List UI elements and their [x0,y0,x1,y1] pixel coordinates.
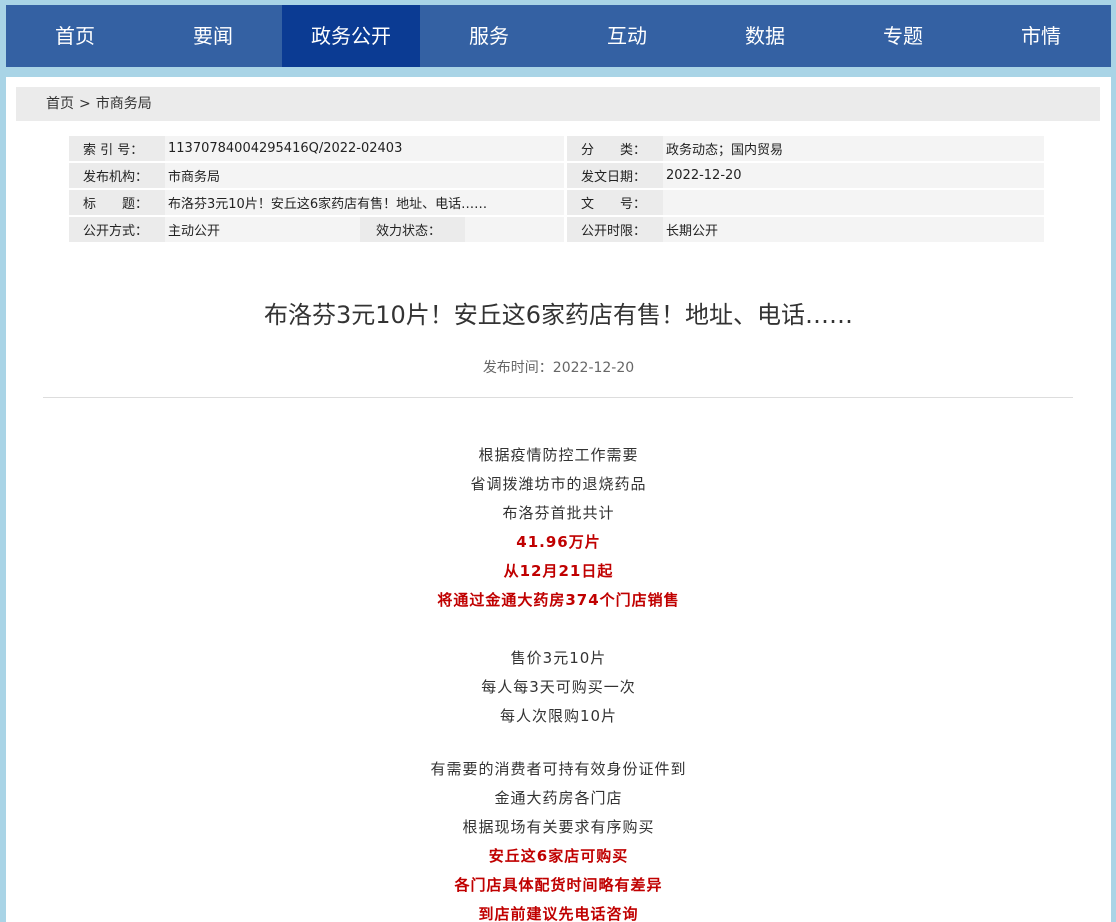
paragraph-spacer [6,731,1111,755]
info-row: 公开方式： 主动公开 效力状态： 公开时限： 长期公开 [69,217,1044,242]
nav-item-6[interactable]: 专题 [834,5,972,67]
paragraph-line: 布洛芬首批共计 [502,504,615,522]
period-value: 长期公开 [663,217,1044,242]
nav-item-1[interactable]: 要闻 [144,5,282,67]
breadcrumb-separator: > [79,96,91,112]
nav-item-5[interactable]: 数据 [696,5,834,67]
publisher-label: 发布机构： [69,163,165,188]
info-row: 标 题： 布洛芬3元10片！安丘这6家药店有售！地址、电话…… 文 号： [69,190,1044,215]
paragraph-line: 金通大药房各门店 [494,789,623,807]
date-label: 发文日期： [567,163,663,188]
nav-item-7[interactable]: 市情 [972,5,1110,67]
paragraph-line: 根据疫情防控工作需要 [478,446,639,464]
nav-item-4[interactable]: 互动 [558,5,696,67]
title-value: 布洛芬3元10片！安丘这6家药店有售！地址、电话…… [165,190,564,215]
paragraph-line: 到店前建议先电话咨询 [478,905,639,922]
paragraph-line: 有需要的消费者可持有效身份证件到 [430,760,687,778]
paragraph-line: 41.96万片 [516,533,601,551]
paragraph-line: 安丘这6家店可购买 [488,847,629,865]
paragraph-line: 各门店具体配货时间略有差异 [454,876,663,894]
paragraph-line: 将通过金通大药房374个门店销售 [437,591,680,609]
nav-item-2[interactable]: 政务公开 [282,5,420,67]
breadcrumb-home-link[interactable]: 首页 [46,96,74,112]
category-label: 分 类： [567,136,663,161]
breadcrumb: 首页 > 市商务局 [16,87,1100,121]
nav-item-0[interactable]: 首页 [6,5,144,67]
breadcrumb-current[interactable]: 市商务局 [96,96,152,112]
status-value [465,217,564,242]
nav-item-3[interactable]: 服务 [420,5,558,67]
category-value: 政务动态；国内贸易 [663,136,1044,161]
period-label: 公开时限： [567,217,663,242]
article-body: 根据疫情防控工作需要 省调拨潍坊市的退烧药品 布洛芬首批共计 41.96万片 从12月2… [6,441,1111,922]
info-row: 索 引 号： 11370784004295416Q/2022-02403 分 类… [69,136,1044,161]
article-title: 布洛芬3元10片！安丘这6家药店有售！地址、电话…… [263,301,854,329]
paragraph-line: 每人次限购10片 [499,707,618,725]
paragraph-line: 每人每3天可购买一次 [481,678,636,696]
document-info-table: 索 引 号： 11370784004295416Q/2022-02403 分 类… [69,134,1044,244]
status-label: 效力状态： [360,217,465,242]
paragraph-line: 根据现场有关要求有序购买 [462,818,655,836]
method-label: 公开方式： [69,217,165,242]
publisher-value: 市商务局 [165,163,564,188]
top-nav: 首页 要闻 政务公开 服务 互动 数据 专题 市情 [6,5,1111,67]
paragraph-line: 从12月21日起 [503,562,614,580]
paragraph-line: 售价3元10片 [510,649,607,667]
paragraph-spacer [6,615,1111,644]
divider [43,397,1073,398]
docno-value [663,190,1044,215]
title-label: 标 题： [69,190,165,215]
info-row: 发布机构： 市商务局 发文日期： 2022-12-20 [69,163,1044,188]
date-value: 2022-12-20 [663,163,1044,188]
method-value: 主动公开 [165,217,360,242]
paragraph-line: 省调拨潍坊市的退烧药品 [470,475,647,493]
page-content: 首页 > 市商务局 索 引 号： 11370784004295416Q/2022-0… [6,77,1111,922]
index-value: 11370784004295416Q/2022-02403 [165,136,564,161]
publish-time: 发布时间：2022-12-20 [482,360,635,376]
index-label: 索 引 号： [69,136,165,161]
docno-label: 文 号： [567,190,663,215]
